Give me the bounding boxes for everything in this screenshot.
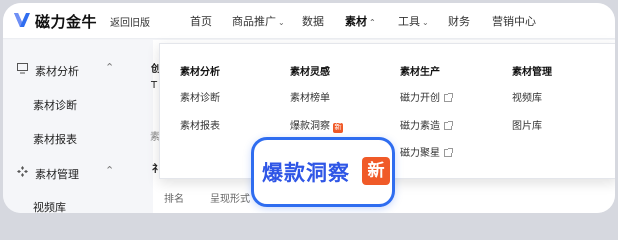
sidebar-item-material-report[interactable]: 素材报表: [3, 128, 153, 148]
menu-item-image-library[interactable]: 图片库: [512, 117, 542, 132]
menu-item-material-diagnosis[interactable]: 素材诊断: [180, 89, 220, 104]
external-link-icon: [444, 121, 453, 130]
table-header-rank: 排名: [164, 194, 184, 205]
sidebar-item-material-diagnosis[interactable]: 素材诊断: [3, 94, 153, 114]
sidebar: 素材分析 ⌃ 素材诊断 素材报表 素材管理 ⌃ 视频库: [3, 40, 153, 213]
menu-item-hot-insight[interactable]: 爆款洞察新: [290, 117, 343, 133]
external-link-icon: [444, 93, 453, 102]
menu-item-label: 磁力素造: [400, 121, 440, 132]
chevron-down-icon: ⌄: [422, 18, 429, 27]
sidebar-item-label: 素材报表: [33, 133, 77, 146]
top-nav-bar: 磁力金牛 返回旧版 首页 商品推广 ⌄ 数据 素材 ⌃ 工具 ⌄ 财务 营销中心: [3, 3, 615, 39]
nav-marketing-center[interactable]: 营销中心: [492, 13, 536, 29]
menu-item-video-library[interactable]: 视频库: [512, 89, 542, 104]
chevron-up-icon[interactable]: ⌃: [105, 164, 114, 177]
logo-icon[interactable]: [13, 12, 31, 28]
nav-finance-label: 财务: [448, 15, 470, 28]
menu-item-cili-kaichuang[interactable]: 磁力开创: [400, 89, 453, 104]
nav-product-promotion[interactable]: 商品推广 ⌄: [232, 13, 285, 29]
sidebar-item-label: 素材诊断: [33, 99, 77, 112]
diamond-grid-icon: [17, 166, 28, 180]
dropdown-column-title: 素材灵感: [290, 67, 330, 78]
callout-label: 爆款洞察: [262, 161, 350, 185]
nav-data[interactable]: 数据: [302, 13, 324, 29]
sidebar-group-material-analysis[interactable]: 素材分析 ⌃: [3, 60, 153, 80]
nav-material[interactable]: 素材 ⌃: [345, 13, 376, 29]
sidebar-item-label: 视频库: [33, 201, 66, 213]
menu-item-material-report[interactable]: 素材报表: [180, 117, 220, 132]
chevron-up-icon[interactable]: ⌃: [105, 61, 114, 74]
main-fragment: T: [151, 80, 158, 91]
nav-finance[interactable]: 财务: [448, 13, 470, 29]
menu-item-cili-juxing[interactable]: 磁力聚星: [400, 144, 453, 159]
nav-material-label: 素材: [345, 15, 367, 28]
nav-marketing-center-label: 营销中心: [492, 15, 536, 28]
nav-home[interactable]: 首页: [190, 13, 212, 29]
dropdown-column-title: 素材生产: [400, 67, 440, 78]
menu-item-material-ranking[interactable]: 素材榜单: [290, 89, 330, 104]
menu-item-cili-suzao[interactable]: 磁力素造: [400, 117, 453, 132]
nav-home-label: 首页: [190, 15, 212, 28]
dropdown-column-title: 素材分析: [180, 67, 220, 78]
new-badge: 新: [362, 157, 390, 185]
menu-item-label: 磁力开创: [400, 93, 440, 104]
table-header-format: 呈现形式: [210, 194, 250, 205]
sidebar-group-label: 素材管理: [35, 168, 79, 181]
app-window: 磁力金牛 返回旧版 首页 商品推广 ⌄ 数据 素材 ⌃ 工具 ⌄ 财务 营销中心 素材…: [3, 3, 615, 213]
external-link-icon: [444, 148, 453, 157]
chevron-down-icon: ⌄: [278, 18, 285, 27]
brand-name: 磁力金牛: [35, 13, 98, 31]
nav-tools-label: 工具: [398, 15, 420, 28]
chevron-up-icon: ⌃: [369, 18, 376, 27]
nav-product-promotion-label: 商品推广: [232, 15, 276, 28]
hot-insight-callout[interactable]: 爆款洞察 新: [251, 137, 395, 207]
dropdown-column-title: 素材管理: [512, 67, 552, 78]
sidebar-item-video-library[interactable]: 视频库: [3, 196, 153, 213]
nav-tools[interactable]: 工具 ⌄: [398, 13, 429, 29]
back-to-old-version-link[interactable]: 返回旧版: [110, 14, 150, 29]
monitor-icon: [17, 63, 28, 77]
sidebar-group-material-management[interactable]: 素材管理 ⌃: [3, 163, 153, 183]
sidebar-group-label: 素材分析: [35, 65, 79, 78]
new-badge: 新: [333, 123, 343, 133]
nav-data-label: 数据: [302, 15, 324, 28]
menu-item-label: 磁力聚星: [400, 148, 440, 159]
menu-item-label: 爆款洞察: [290, 121, 330, 132]
